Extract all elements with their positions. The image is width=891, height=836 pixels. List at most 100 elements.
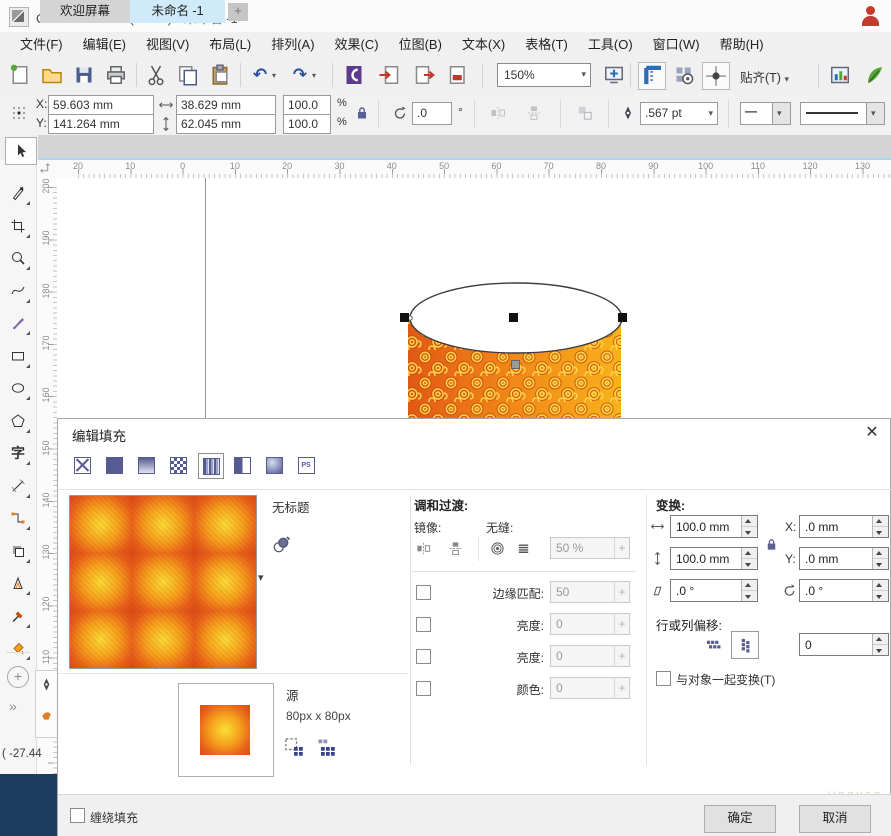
menu-item-0[interactable]: 文件(F) xyxy=(10,32,73,58)
spinner[interactable] xyxy=(741,516,757,537)
two-color-pattern-fill-button[interactable] xyxy=(230,453,254,477)
texture-fill-button[interactable] xyxy=(262,453,286,477)
tab-welcome-screen[interactable]: 欢迎屏幕 xyxy=(40,0,130,23)
object-height-field[interactable]: 62.045 mm xyxy=(176,114,276,134)
new-document-icon[interactable] xyxy=(8,63,32,87)
import-icon[interactable] xyxy=(378,63,402,87)
print-icon[interactable] xyxy=(104,63,128,87)
cancel-button[interactable]: 取消 xyxy=(799,805,871,833)
offset-value-field[interactable]: 0 xyxy=(799,633,889,656)
transform-with-object-checkbox[interactable] xyxy=(656,671,671,686)
x-offset-field[interactable]: .0 mm xyxy=(799,515,889,538)
no-fill-button[interactable] xyxy=(70,453,94,477)
skew-field[interactable]: .0 ° xyxy=(670,579,758,602)
line-start-caret[interactable]: ▾ xyxy=(772,102,791,125)
text-tool[interactable]: 字 xyxy=(5,440,31,466)
spinner[interactable] xyxy=(872,516,888,537)
close-icon[interactable]: ✕ xyxy=(862,422,882,442)
new-from-document-icon[interactable] xyxy=(316,737,336,757)
fullscreen-preview-icon[interactable] xyxy=(602,63,626,87)
export-icon[interactable] xyxy=(412,63,436,87)
paste-icon[interactable] xyxy=(208,63,232,87)
pick-tool[interactable] xyxy=(5,137,37,165)
lock-ratio-icon[interactable] xyxy=(764,537,779,552)
row-offset-icon[interactable] xyxy=(706,637,721,652)
color-eyedropper-tool[interactable] xyxy=(5,603,31,629)
undo-icon[interactable]: ↶ xyxy=(248,63,272,87)
linear-seamless-icon[interactable] xyxy=(516,541,531,556)
parallel-dimension-tool[interactable] xyxy=(5,473,31,499)
contour-tool[interactable] xyxy=(5,570,31,596)
drop-shadow-tool[interactable] xyxy=(5,538,31,564)
save-fill-icon[interactable] xyxy=(271,535,291,555)
vector-pattern-fill-button[interactable] xyxy=(166,453,190,477)
ellipse-tool[interactable] xyxy=(5,375,31,401)
selection-handle-right[interactable] xyxy=(618,313,627,322)
menu-item-4[interactable]: 排列(A) xyxy=(261,32,324,58)
blend-row-checkbox-2[interactable] xyxy=(416,649,431,664)
rotate-field[interactable]: .0 ° xyxy=(799,579,889,602)
mirror-vertical-icon[interactable] xyxy=(448,541,463,556)
blend-row-checkbox-1[interactable] xyxy=(416,617,431,632)
menu-item-3[interactable]: 布局(L) xyxy=(199,32,261,58)
freehand-tool[interactable] xyxy=(5,278,31,304)
rotation-angle-field[interactable]: .0 xyxy=(412,102,452,125)
menu-item-2[interactable]: 视图(V) xyxy=(136,32,199,58)
interactive-fill-tool[interactable] xyxy=(5,635,31,661)
object-width-field[interactable]: 38.629 mm xyxy=(176,95,276,115)
zoom-tool[interactable] xyxy=(5,245,31,271)
pattern-picker-dropdown-icon[interactable]: ▾ xyxy=(258,571,264,584)
wrap-fill-checkbox[interactable] xyxy=(70,808,85,823)
rectangle-tool[interactable] xyxy=(5,343,31,369)
user-account-icon[interactable] xyxy=(861,5,881,27)
object-y-field[interactable]: 141.264 mm xyxy=(48,114,154,134)
ok-button[interactable]: 确定 xyxy=(704,805,776,833)
line-start-combo[interactable]: — xyxy=(740,102,774,125)
scale-y-field[interactable]: 100.0 xyxy=(283,114,331,134)
selection-node-bottom[interactable] xyxy=(511,360,520,369)
options-icon[interactable] xyxy=(828,63,852,87)
select-source-icon[interactable] xyxy=(284,737,304,757)
radial-seamless-icon[interactable] xyxy=(490,541,505,556)
cut-icon[interactable] xyxy=(144,63,168,87)
pattern-height-field[interactable]: 100.0 mm xyxy=(670,547,758,570)
content-exchange-icon[interactable] xyxy=(342,63,366,87)
save-icon[interactable] xyxy=(72,63,96,87)
tab-document[interactable]: 未命名 -1 xyxy=(130,0,225,23)
blend-row-checkbox-0[interactable] xyxy=(416,585,431,600)
outline-width-combo[interactable]: .567 pt▾ xyxy=(640,102,718,125)
blend-row-checkbox-3[interactable] xyxy=(416,681,431,696)
menu-item-6[interactable]: 位图(B) xyxy=(389,32,452,58)
crop-tool[interactable] xyxy=(5,213,31,239)
menu-item-10[interactable]: 窗口(W) xyxy=(643,32,710,58)
menu-item-1[interactable]: 编辑(E) xyxy=(73,32,136,58)
column-offset-button[interactable] xyxy=(731,631,759,659)
shape-tool[interactable] xyxy=(5,180,31,206)
mirror-horizontal-icon[interactable] xyxy=(490,105,506,121)
snap-to-dropdown[interactable]: 贴齐(T) ▾ xyxy=(740,67,789,86)
uniform-fill-button[interactable] xyxy=(102,453,126,477)
spinner[interactable] xyxy=(741,580,757,601)
line-style-caret[interactable]: ▾ xyxy=(866,102,885,125)
selection-handle-center[interactable] xyxy=(509,313,518,322)
snap-enable-icon[interactable] xyxy=(702,62,730,90)
selection-handle-left[interactable] xyxy=(400,313,409,322)
menu-item-11[interactable]: 帮助(H) xyxy=(710,32,774,58)
cylinder-shape[interactable] xyxy=(392,272,642,418)
scale-x-field[interactable]: 100.0 xyxy=(283,95,331,115)
copy-icon[interactable] xyxy=(176,63,200,87)
fountain-fill-button[interactable] xyxy=(134,453,158,477)
connector-tool[interactable] xyxy=(5,505,31,531)
menu-item-9[interactable]: 工具(O) xyxy=(578,32,643,58)
pattern-preview[interactable] xyxy=(69,495,257,669)
menu-item-5[interactable]: 效果(C) xyxy=(325,32,389,58)
artistic-media-tool[interactable] xyxy=(5,310,31,336)
bitmap-pattern-fill-button[interactable] xyxy=(198,453,224,479)
pattern-width-field[interactable]: 100.0 mm xyxy=(670,515,758,538)
mirror-horizontal-icon[interactable] xyxy=(416,541,431,556)
group-objects-icon[interactable] xyxy=(576,104,594,122)
position-grid-icon[interactable] xyxy=(11,105,27,121)
dropdown-caret-icon[interactable]: ▾ xyxy=(312,71,316,80)
spinner[interactable] xyxy=(872,548,888,569)
spinner[interactable] xyxy=(872,634,888,655)
